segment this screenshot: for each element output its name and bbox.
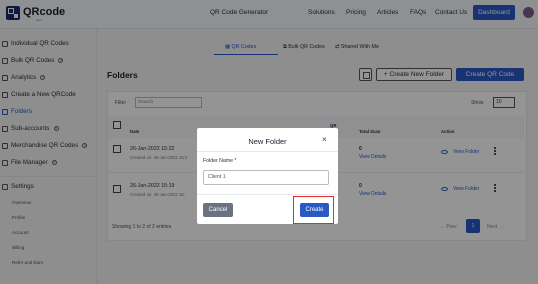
modal-footer-divider [197,194,338,195]
modal-header-divider [197,151,338,152]
folder-name-input[interactable]: Client 1 [203,170,329,185]
cancel-button[interactable]: Cancel [203,203,233,217]
create-button-highlight [293,196,334,224]
modal-title: New Folder [248,137,287,146]
close-icon[interactable]: × [322,135,327,144]
folder-name-label: Folder Name * [203,158,237,164]
